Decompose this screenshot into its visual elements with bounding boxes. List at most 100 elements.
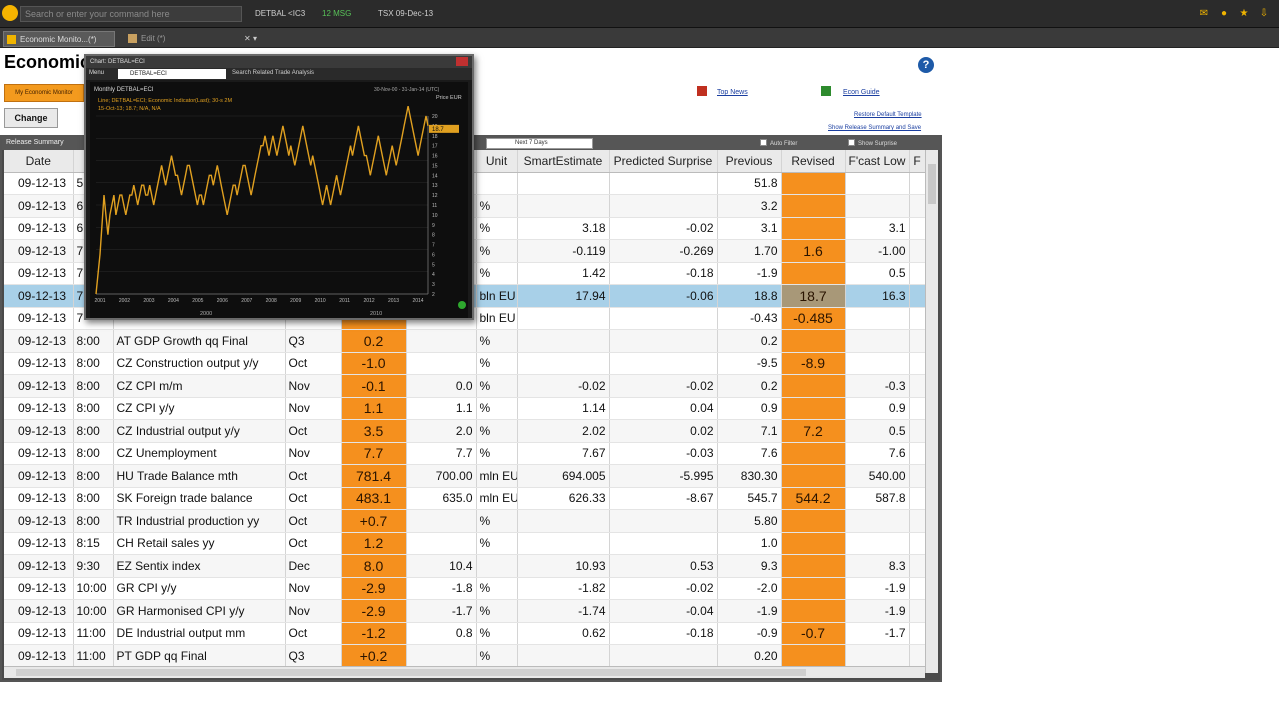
price-axis-label: Price EUR <box>436 95 462 101</box>
table-cell: 8:00 <box>73 509 114 533</box>
table-row[interactable]: 09-12-13 8:00 TR Industrial production yy O… <box>4 509 925 533</box>
close-icon[interactable] <box>456 57 468 66</box>
table-cell: 626.33 <box>517 487 610 510</box>
table-cell: 1.0 <box>717 532 782 555</box>
restore-template-link[interactable]: Restore Default Template <box>854 112 922 118</box>
star-icon[interactable]: ★ <box>1238 8 1250 20</box>
table-cell <box>609 329 718 353</box>
y-tick-label: 8 <box>432 233 435 239</box>
table-row[interactable]: 09-12-13 8:00 CZ Construction output y/y Oc… <box>4 352 925 375</box>
help-icon[interactable]: ? <box>918 57 934 73</box>
table-row[interactable]: 09-12-13 11:00 PT GDP qq Final Q3 +0.2% 0.20 <box>4 644 925 668</box>
table-cell <box>406 352 477 375</box>
table-cell: 700.00 <box>406 464 477 488</box>
horizontal-scroll-thumb[interactable] <box>16 669 806 676</box>
table-row[interactable]: 09-12-13 9:30 EZ Sentix index Dec 8.0 10.4 10.… <box>4 554 925 578</box>
table-cell: 09-12-13 <box>4 284 74 308</box>
table-cell <box>909 509 925 533</box>
table-cell: 51.8 <box>717 172 782 195</box>
y-tick-label: 18 <box>432 134 438 140</box>
tab-edit[interactable]: Edit (*) ✕ ▾ <box>125 31 260 47</box>
table-cell: CZ CPI m/m <box>113 374 286 398</box>
horizontal-scrollbar[interactable] <box>4 666 925 678</box>
chat-icon[interactable]: ● <box>1218 8 1230 20</box>
chart-window-titlebar[interactable]: Chart: DETBAL=ECI <box>86 56 472 68</box>
table-cell: -0.9 <box>717 622 782 645</box>
y-tick-label: 14 <box>432 173 438 179</box>
chart-status-icon[interactable] <box>458 301 466 309</box>
my-economic-monitor-button[interactable]: My Economic Monitor <box>4 84 84 102</box>
x-tick-label: 2006 <box>217 298 228 304</box>
table-row[interactable]: 09-12-13 8:00 CZ Industrial output y/y Oct 3… <box>4 419 925 443</box>
command-search-input[interactable]: Search or enter your command here <box>20 6 242 22</box>
table-cell <box>909 329 925 353</box>
page-title: Economic <box>4 52 91 72</box>
column-header[interactable]: Previous <box>717 150 782 173</box>
table-cell <box>909 352 925 375</box>
change-button[interactable]: Change <box>4 108 58 128</box>
table-cell <box>845 352 910 375</box>
table-cell: -1.00 <box>845 239 910 263</box>
tab-close-icon[interactable]: ✕ ▾ <box>244 31 257 47</box>
y-tick-label: 9 <box>432 223 435 229</box>
table-cell: -1.74 <box>517 599 610 623</box>
column-header[interactable]: F <box>909 150 925 173</box>
y-tick-label: 15 <box>432 163 438 169</box>
table-cell: % <box>476 352 518 375</box>
table-cell: -0.18 <box>609 262 718 285</box>
table-cell: 8:00 <box>73 487 114 510</box>
auto-filter-checkbox[interactable]: Auto Filter <box>760 139 797 147</box>
table-cell: -0.43 <box>717 307 782 330</box>
table-row[interactable]: 09-12-13 8:00 CZ Unemployment Nov 7.7 7.7% 7.6… <box>4 442 925 465</box>
chart-tools-menu[interactable]: Search Related Trade Analysis <box>232 70 314 76</box>
table-cell: Oct <box>285 352 342 375</box>
table-cell: 3.2 <box>717 194 782 218</box>
table-cell: -2.9 <box>341 577 407 600</box>
x-tick-label: 2013 <box>388 298 399 304</box>
date-range-select[interactable]: Next 7 Days <box>486 138 593 149</box>
table-cell: % <box>476 419 518 443</box>
table-cell: -1.9 <box>717 262 782 285</box>
column-header[interactable]: F'cast Low <box>845 150 910 173</box>
table-row[interactable]: 09-12-13 8:00 SK Foreign trade balance Oct 4… <box>4 487 925 510</box>
table-row[interactable]: 09-12-13 8:00 CZ CPI y/y Nov 1.1 1.1% 1.14 0.04… <box>4 397 925 420</box>
top-news-link[interactable]: Top News <box>717 89 748 96</box>
chart-menu-button[interactable]: Menu <box>89 70 104 76</box>
table-row[interactable]: 09-12-13 8:00 HU Trade Balance mth Oct 781.4… <box>4 464 925 488</box>
table-row[interactable]: 09-12-13 11:00 DE Industrial output mm Oct -… <box>4 622 925 645</box>
table-row[interactable]: 09-12-13 10:00 GR CPI y/y Nov -2.9 -1.8% -1.82… <box>4 577 925 600</box>
table-row[interactable]: 09-12-13 8:00 CZ CPI m/m Nov -0.1 0.0% -0.02 -0… <box>4 374 925 398</box>
app-logo-icon[interactable] <box>2 5 18 21</box>
table-cell: % <box>476 532 518 555</box>
table-cell <box>781 329 846 353</box>
line-chart[interactable]: Monthly DETBAL=ECI Line; DETBAL=ECI; Eco… <box>90 82 468 318</box>
econ-guide-link[interactable]: Econ Guide <box>843 89 880 96</box>
table-cell: -2.0 <box>717 577 782 600</box>
table-cell: 1.6 <box>781 239 846 263</box>
table-cell: 0.20 <box>717 644 782 668</box>
table-row[interactable]: 09-12-13 8:00 AT GDP Growth qq Final Q3 0.2%… <box>4 329 925 353</box>
table-cell <box>517 644 610 668</box>
vertical-scroll-thumb[interactable] <box>928 164 936 204</box>
show-surprise-checkbox[interactable]: Show Surprise <box>848 139 897 147</box>
table-cell: -1.9 <box>717 599 782 623</box>
show-summary-link[interactable]: Show Release Summary and Save <box>828 125 921 131</box>
column-header[interactable]: Predicted Surprise <box>609 150 718 173</box>
table-cell: 483.1 <box>341 487 407 510</box>
x-tick-label: 2001 <box>94 298 105 304</box>
chart-ticker-input[interactable]: DETBAL=ECI <box>118 69 226 79</box>
edit-tab-icon <box>128 34 137 43</box>
download-icon[interactable]: ⇩ <box>1258 8 1270 20</box>
table-cell <box>781 194 846 218</box>
vertical-scrollbar[interactable] <box>925 150 938 673</box>
chart-window[interactable]: Chart: DETBAL=ECI Menu DETBAL=ECI Search… <box>84 54 474 320</box>
table-cell <box>609 532 718 555</box>
column-header[interactable]: Unit <box>476 150 518 173</box>
mail-icon[interactable]: ✉ <box>1198 8 1210 20</box>
column-header[interactable]: Date <box>4 150 74 173</box>
table-row[interactable]: 09-12-13 10:00 GR Harmonised CPI y/y Nov -2.… <box>4 599 925 623</box>
table-row[interactable]: 09-12-13 8:15 CH Retail sales yy Oct 1.2% 1.0 <box>4 532 925 555</box>
tab-economic-monitor[interactable]: Economic Monito...(*) <box>3 31 115 47</box>
column-header[interactable]: SmartEstimate <box>517 150 610 173</box>
column-header[interactable]: Revised <box>781 150 846 173</box>
